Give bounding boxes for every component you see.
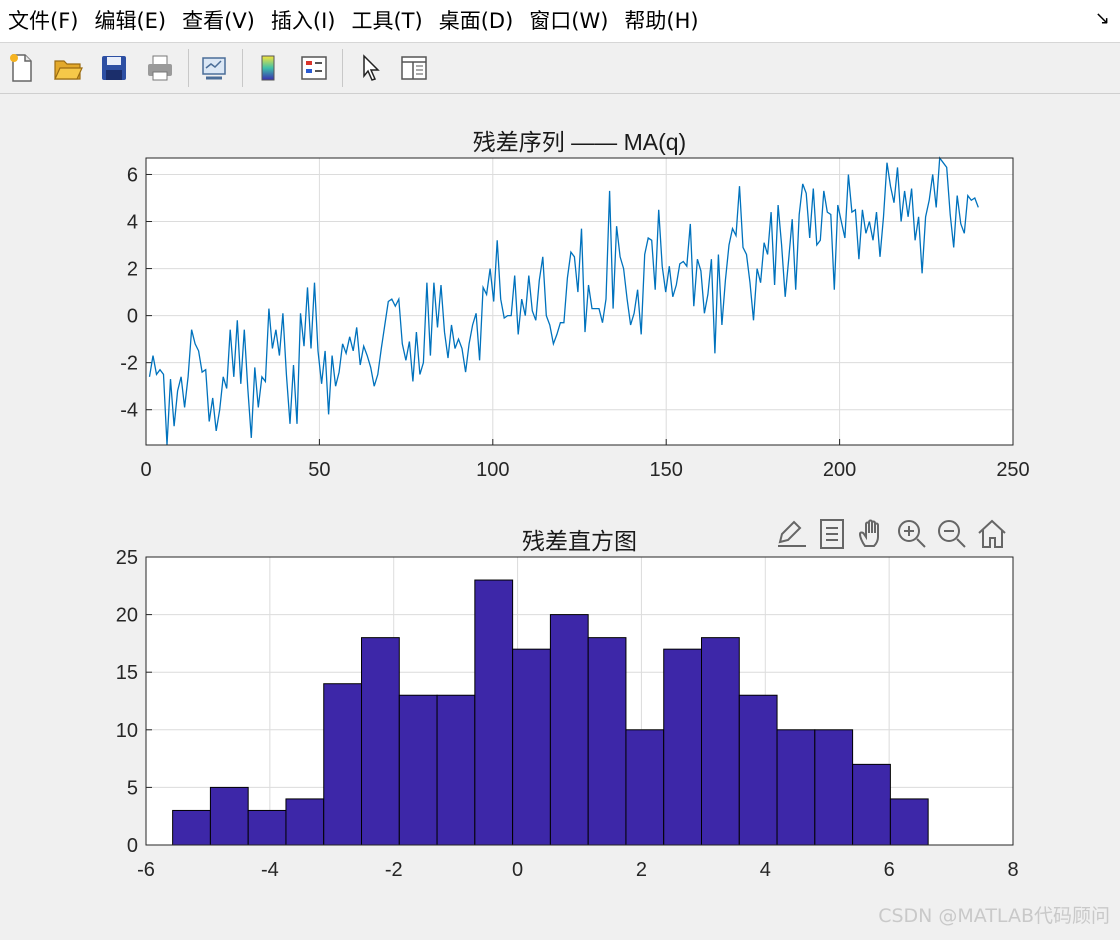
histogram-bar (209, 786, 249, 846)
histogram-bar (323, 683, 363, 846)
y-tick-label: 0 (127, 835, 138, 857)
axes-background (146, 158, 1013, 445)
figure-canvas: 0 50 100 150 200 250 -4-20246 残差序列 —— MA(q) -… (116, 129, 1030, 881)
x-tick-label: 4 (760, 859, 771, 881)
x-tick-label: 150 (650, 459, 683, 481)
link-plot-icon[interactable] (196, 51, 232, 85)
histogram-bar (549, 614, 589, 846)
histogram-bar (361, 637, 400, 846)
menu-help[interactable]: 帮助(H) (616, 0, 706, 42)
menu-file[interactable]: 文件(F) (0, 0, 86, 42)
histogram-bar (398, 694, 438, 846)
x-tick-label: -4 (261, 859, 279, 881)
histogram-bar (436, 694, 476, 846)
x-tick-labels: 0 50 100 150 200 250 (140, 459, 1029, 481)
zoom-out-icon[interactable] (938, 520, 966, 548)
y-tick-label: 25 (116, 547, 138, 569)
chart-title: 残差序列 —— MA(q) (473, 129, 686, 155)
histogram-bar (172, 809, 211, 846)
colorbar-icon[interactable] (250, 51, 286, 85)
histogram-bar (852, 763, 891, 846)
zoom-in-icon[interactable] (898, 520, 926, 548)
histogram-bar (776, 729, 816, 846)
watermark: CSDN @MATLAB代码顾问 (878, 905, 1110, 927)
histogram-bar (512, 648, 551, 846)
x-tick-label: 200 (823, 459, 856, 481)
x-tick-label: -6 (137, 859, 155, 881)
x-tick-label: 100 (476, 459, 509, 481)
x-tick-label: 50 (308, 459, 330, 481)
histogram-axes[interactable]: -6 -4 -2 0 2 4 6 8 0 5 10 15 20 25 残差直方图 (116, 528, 1019, 881)
y-tick-label: 15 (116, 662, 138, 684)
menu-edit[interactable]: 编辑(E) (86, 0, 174, 42)
histogram-bar (814, 729, 854, 846)
property-inspector-icon[interactable] (396, 51, 432, 85)
histogram-bar (285, 798, 325, 846)
y-tick-label: 4 (127, 212, 138, 234)
chart-title: 残差直方图 (522, 528, 637, 554)
histogram-bar (587, 637, 627, 846)
histogram-bar (625, 729, 665, 846)
save-icon[interactable] (96, 51, 132, 85)
menu-tools[interactable]: 工具(T) (343, 0, 430, 42)
x-tick-labels: -6 -4 -2 0 2 4 6 8 (137, 859, 1018, 881)
residual-series-axes[interactable]: 0 50 100 150 200 250 -4 -2 0 2 4 6 残差序列 —— MA(q) (120, 129, 1029, 481)
toolbar (0, 43, 1120, 94)
histogram-bar (738, 694, 778, 846)
open-folder-icon[interactable] (50, 51, 86, 85)
y-tick-label: 10 (116, 720, 138, 742)
brush-icon[interactable] (778, 520, 806, 547)
menu-window[interactable]: 窗口(W) (521, 0, 616, 42)
home-icon[interactable] (978, 519, 1006, 548)
pan-hand-icon[interactable] (858, 519, 879, 547)
x-tick-label: -2 (385, 859, 403, 881)
dock-arrow-icon[interactable]: ↘ (1095, 8, 1110, 29)
legend-icon[interactable] (296, 51, 332, 85)
y-tick-label: 5 (127, 777, 138, 799)
x-tick-label: 2 (636, 859, 647, 881)
menubar: 文件(F) 编辑(E) 查看(V) 插入(I) 工具(T) 桌面(D) 窗口(W… (0, 0, 1120, 43)
histogram-bar (247, 809, 287, 846)
menu-insert[interactable]: 插入(I) (263, 0, 344, 42)
menu-view[interactable]: 查看(V) (174, 0, 263, 42)
x-tick-label: 0 (512, 859, 523, 881)
axes-toolbar (778, 519, 1006, 549)
x-tick-label: 0 (140, 459, 151, 481)
data-tips-icon[interactable] (820, 519, 844, 549)
y-tick-label: -4 (120, 400, 138, 422)
figure-area: 0 50 100 150 200 250 -4 -2 0 2 4 6 残差序列 —— MA(q) -… (0, 94, 1120, 936)
y-tick-labels: -4 -2 0 2 4 6 (120, 164, 138, 421)
y-tick-label: 20 (116, 605, 138, 627)
y-tick-label: 6 (127, 164, 138, 186)
new-file-icon[interactable] (4, 51, 40, 85)
histogram-bar (663, 648, 702, 846)
pointer-icon[interactable] (352, 51, 388, 85)
y-tick-label: -2 (120, 353, 138, 375)
x-tick-label: 250 (996, 459, 1029, 481)
menu-desktop[interactable]: 桌面(D) (431, 0, 522, 42)
y-tick-label: 2 (127, 259, 138, 281)
histogram-bar (889, 798, 929, 846)
x-tick-label: 6 (884, 859, 895, 881)
y-tick-label: 0 (127, 306, 138, 328)
print-icon[interactable] (142, 51, 178, 85)
histogram-bar (474, 579, 514, 846)
y-tick-labels: 0 5 10 15 20 25 (116, 547, 138, 857)
histogram-bar (700, 637, 740, 846)
x-tick-label: 8 (1007, 859, 1018, 881)
